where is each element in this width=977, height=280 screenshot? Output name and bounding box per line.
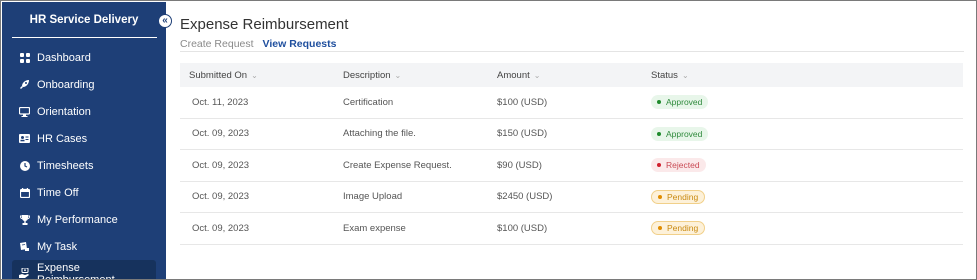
cell-amount: $90 (USD) (497, 159, 542, 171)
cell-description: Attaching the file. (343, 128, 416, 140)
sidebar-item-orientation[interactable]: Orientation (2, 98, 166, 125)
app-window: HR Service Delivery Dashboard Onboarding… (0, 0, 977, 280)
sidebar-item-label: Timesheets (37, 159, 94, 172)
sidebar-item-onboarding[interactable]: Onboarding (2, 71, 166, 98)
table-row[interactable]: Oct. 09, 2023 Attaching the file. $150 (… (180, 119, 963, 150)
cell-submitted-on: Oct. 11, 2023 (192, 96, 249, 108)
rocket-icon (19, 79, 30, 90)
sidebar-item-label: My Task (37, 240, 78, 253)
cell-description: Certification (343, 96, 394, 108)
monitor-icon (19, 106, 30, 117)
status-badge: Rejected (651, 158, 706, 173)
cell-description: Image Upload (343, 191, 403, 203)
cell-description: Exam expense (343, 222, 406, 234)
requests-table: Submitted On ⌄ Description ⌄ Amount ⌄ Statu… (180, 63, 963, 245)
chevron-down-icon: ⌄ (394, 70, 402, 80)
sidebar-item-time-off[interactable]: Time Off (2, 179, 166, 206)
chevron-down-icon: ⌄ (533, 70, 541, 80)
table-header: Submitted On ⌄ Description ⌄ Amount ⌄ Statu… (180, 63, 963, 87)
column-header-label: Amount (497, 69, 530, 81)
trophy-icon (19, 214, 30, 225)
id-card-icon (19, 133, 30, 144)
cell-description: Create Expense Request. (343, 159, 452, 171)
cell-amount: $2450 (USD) (497, 191, 553, 203)
sidebar-item-label: Time Off (37, 186, 79, 199)
tab-bar: Create Request View Requests (180, 38, 336, 50)
tab-create-request[interactable]: Create Request (180, 38, 254, 50)
status-badge: Approved (651, 126, 709, 141)
cell-submitted-on: Oct. 09, 2023 (192, 222, 250, 234)
status-dot (657, 100, 661, 105)
hand-money-icon (19, 268, 30, 279)
cell-amount: $100 (USD) (497, 222, 548, 234)
sidebar-item-label: Onboarding (37, 78, 95, 91)
status-dot (657, 163, 661, 168)
double-chevron-left-icon: « (162, 15, 168, 26)
table-row[interactable]: Oct. 11, 2023 Certification $100 (USD) A… (180, 87, 963, 119)
task-icon (19, 241, 30, 252)
chevron-down-icon: ⌄ (251, 70, 258, 80)
column-header-status[interactable]: Status ⌄ (651, 70, 963, 81)
chevron-down-icon: ⌄ (681, 70, 689, 80)
cell-amount: $100 (USD) (497, 96, 548, 108)
clock-icon (19, 160, 30, 171)
status-dot (657, 131, 661, 136)
brand-divider (12, 37, 157, 38)
sidebar: HR Service Delivery Dashboard Onboarding… (2, 2, 166, 280)
sidebar-item-timesheets[interactable]: Timesheets (2, 152, 166, 179)
sidebar-item-label: Expense Reimbursement (37, 261, 115, 280)
sidebar-item-label: HR Cases (37, 132, 88, 145)
status-label: Approved (666, 97, 703, 108)
cell-submitted-on: Oct. 09, 2023 (192, 191, 250, 203)
status-label: Pending (667, 191, 699, 202)
status-label: Approved (666, 128, 703, 139)
column-header-label: Submitted On (189, 69, 248, 81)
status-label: Pending (667, 223, 699, 234)
calendar-icon (19, 187, 30, 198)
sidebar-item-label: Dashboard (37, 51, 91, 64)
column-header-submitted-on[interactable]: Submitted On ⌄ (180, 70, 343, 81)
sidebar-item-expense-reimbursement[interactable]: Expense Reimbursement (12, 260, 156, 280)
status-dot (658, 194, 662, 199)
page-title: Expense Reimbursement (180, 16, 349, 33)
status-badge: Pending (651, 189, 706, 204)
status-badge: Pending (651, 221, 706, 236)
sidebar-item-label: Orientation (37, 105, 91, 118)
sidebar-item-my-performance[interactable]: My Performance (2, 206, 166, 233)
sidebar-item-label: My Performance (37, 213, 118, 226)
cell-amount: $150 (USD) (497, 128, 548, 140)
sidebar-item-dashboard[interactable]: Dashboard (2, 44, 166, 71)
status-badge: Approved (651, 95, 709, 110)
column-header-label: Status (651, 69, 678, 81)
collapse-sidebar-button[interactable]: « (158, 14, 172, 28)
cell-submitted-on: Oct. 09, 2023 (192, 128, 250, 140)
tab-divider (180, 51, 964, 52)
column-header-label: Description (343, 69, 391, 81)
sidebar-item-my-task[interactable]: My Task (2, 233, 166, 260)
column-header-description[interactable]: Description ⌄ (343, 70, 497, 81)
main-content: Expense Reimbursement Create Request Vie… (180, 2, 964, 279)
status-dot (658, 226, 662, 231)
status-label: Rejected (666, 160, 700, 171)
table-row[interactable]: Oct. 09, 2023 Create Expense Request. $9… (180, 150, 963, 182)
cell-submitted-on: Oct. 09, 2023 (192, 159, 250, 171)
table-row[interactable]: Oct. 09, 2023 Image Upload $2450 (USD) P… (180, 182, 963, 213)
column-header-amount[interactable]: Amount ⌄ (497, 70, 651, 81)
dashboard-icon (19, 52, 30, 63)
sidebar-nav: Dashboard Onboarding Orientation HR Case… (2, 44, 166, 280)
sidebar-item-hr-cases[interactable]: HR Cases (2, 125, 166, 152)
table-row[interactable]: Oct. 09, 2023 Exam expense $100 (USD) Pe… (180, 213, 963, 245)
tab-view-requests[interactable]: View Requests (263, 38, 337, 50)
brand-title: HR Service Delivery (29, 13, 139, 26)
